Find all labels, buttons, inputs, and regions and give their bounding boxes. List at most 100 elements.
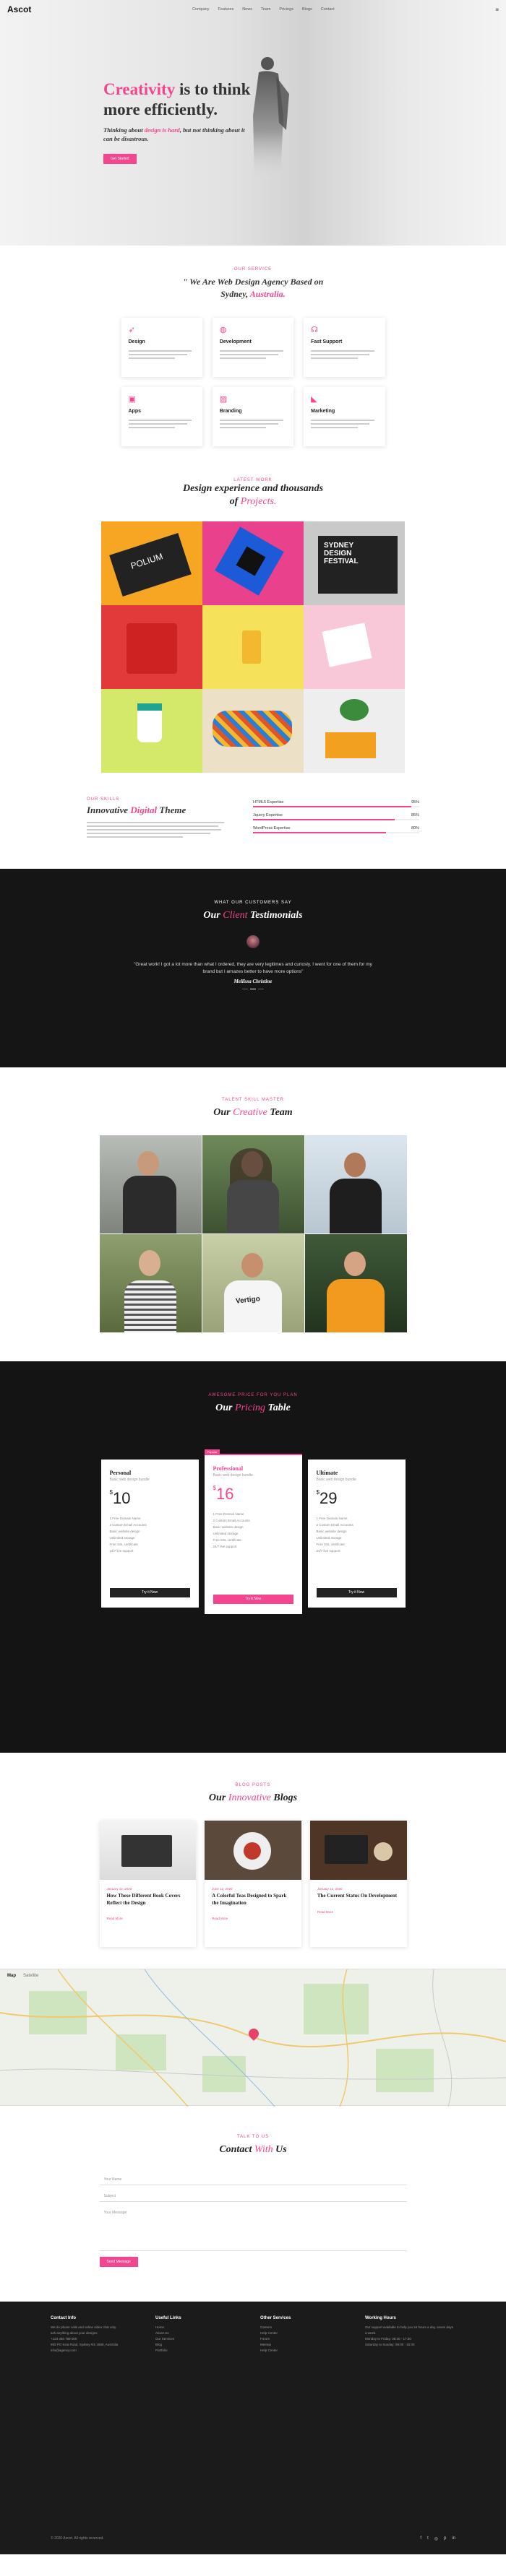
team-title: Our Creative Team [0, 1106, 506, 1119]
portfolio-item[interactable] [202, 604, 304, 689]
nav-item-contact[interactable]: Contact [321, 7, 335, 12]
instagram-icon[interactable]: ◎ [434, 2536, 438, 2541]
skill-fill [253, 805, 411, 807]
image-icon: ▨ [219, 394, 228, 404]
rocket-icon: ➶ [128, 325, 135, 334]
footer-heading: Useful Links [155, 2315, 181, 2320]
nav-item-features[interactable]: Features [218, 7, 233, 12]
team-eyebrow: Talent Skill Master [222, 1097, 284, 1102]
plan-feature: 1 Free Domain Name [109, 1517, 141, 1521]
portfolio-section: Latest Work Design experience and thousa… [0, 461, 506, 773]
map-embed[interactable]: Map Satellite [0, 1969, 506, 2107]
footer-link[interactable]: Help Center [260, 2330, 351, 2336]
map-tab[interactable]: Map [7, 1974, 16, 1978]
team-member-photo[interactable] [304, 1135, 407, 1234]
service-card-fast-support[interactable]: ☊ Fast Support [304, 317, 385, 377]
service-card-marketing[interactable]: ◣ Marketing [304, 386, 385, 446]
portfolio-item[interactable] [101, 688, 202, 773]
service-card-development[interactable]: ◍ Development [212, 317, 294, 377]
nav-item-pricings[interactable]: Pricings [279, 7, 293, 12]
team-member-photo[interactable] [304, 1234, 407, 1333]
contact-title-highlight: With [254, 2144, 273, 2156]
portfolio-item[interactable]: SYDNEY DESIGN FESTIVAL [304, 521, 405, 605]
footer-phone[interactable]: +123 456 789 000 [51, 2336, 141, 2342]
footer-email[interactable]: info@agency.com [51, 2348, 141, 2354]
nav-item-company[interactable]: Company [192, 7, 210, 12]
footer-contact-info: Contact Info We do phone calls and onlin… [51, 2316, 141, 2354]
blog-section: Blog Posts Our Innovative Blogs January … [0, 1753, 506, 1969]
blog-post-card[interactable]: January 12, 2020 The Current Status On D… [309, 1821, 407, 1948]
team-member-photo[interactable] [99, 1135, 202, 1234]
name-field[interactable]: Your Name [99, 2174, 407, 2185]
footer-link[interactable]: Forum [260, 2336, 351, 2342]
portfolio-item[interactable] [304, 688, 405, 773]
service-card-branding[interactable]: ▨ Branding [212, 386, 294, 446]
nav-item-team[interactable]: Team [261, 7, 270, 12]
skills-title: Innovative Digital Theme [87, 805, 224, 816]
plan-feature: 2 Custom Email Accounts [316, 1523, 353, 1527]
nav-item-news[interactable]: News [242, 7, 252, 12]
services-grid: ➶ Design ◍ Development ☊ Fast Support ▣ Apps… [121, 317, 385, 446]
testimonials-section: What our customers say Our Client Testim… [0, 868, 506, 1067]
footer-working-hours: Working Hours Our support available to h… [365, 2316, 455, 2354]
services-eyebrow: Our Service [233, 267, 273, 272]
footer-link[interactable]: Blog [155, 2342, 246, 2348]
read-more-link[interactable]: Read More [100, 1907, 197, 1920]
plan-feature: Unlimited storage [109, 1536, 135, 1540]
twitter-icon[interactable]: t [427, 2536, 429, 2541]
portfolio-item[interactable] [202, 521, 304, 605]
portfolio-item[interactable] [202, 688, 304, 773]
send-message-button[interactable]: Send Message [99, 2256, 138, 2267]
plan-card-personal: Personal Basic web design bundle $10 1 F… [100, 1460, 199, 1608]
hero-sub-text: , but not thinking about it [179, 126, 245, 134]
social-links: f t ◎ p in [420, 2536, 455, 2541]
service-card-apps[interactable]: ▣ Apps [121, 386, 202, 446]
portfolio-item[interactable]: POLIUM [101, 521, 202, 605]
services-title: " We Are Web Design Agency Based on Sydn… [0, 276, 506, 300]
blog-post-title[interactable]: The Current Status On Development [310, 1891, 407, 1899]
footer-link[interactable]: Home [155, 2325, 246, 2330]
skill-value: 80% [411, 825, 419, 831]
service-card-design[interactable]: ➶ Design [121, 317, 202, 377]
satellite-tab[interactable]: Satellite [23, 1974, 38, 1978]
footer-link[interactable]: Help Center [260, 2348, 351, 2354]
footer-link[interactable]: About Us [155, 2330, 246, 2336]
skill-bar: HTML5 Expertise 95% [253, 800, 419, 807]
footer-link[interactable]: Our Services [155, 2336, 246, 2342]
portfolio-item[interactable] [304, 604, 405, 689]
contact-title-part: Contact [219, 2144, 252, 2156]
team-member-photo[interactable]: Vertigo [202, 1234, 304, 1333]
try-it-now-button[interactable]: Try it Now [109, 1588, 190, 1598]
footer-link[interactable]: Meetup [260, 2342, 351, 2348]
facebook-icon[interactable]: f [420, 2536, 421, 2541]
plan-price: $10 [110, 1489, 190, 1508]
footer-link[interactable]: Careers [260, 2325, 351, 2330]
try-it-now-button[interactable]: Try it Now [213, 1595, 293, 1605]
linkedin-icon[interactable]: in [452, 2536, 455, 2541]
pricing-title-part: Our [215, 1402, 233, 1414]
footer-link[interactable]: Portfolio [155, 2348, 246, 2354]
get-started-button[interactable]: Get Started [103, 153, 137, 164]
portfolio-item[interactable] [101, 604, 202, 689]
nav-item-blogs[interactable]: Blogs [302, 7, 312, 12]
try-it-now-button[interactable]: Try it Now [316, 1588, 397, 1598]
hamburger-icon[interactable]: ≡ [495, 6, 499, 13]
message-field[interactable]: Your Message [99, 2208, 407, 2251]
read-more-link[interactable]: Read More [205, 1907, 301, 1920]
blog-post-card[interactable]: January 12, 2020 How These Different Boo… [99, 1821, 197, 1948]
team-member-photo[interactable] [99, 1234, 202, 1333]
team-title-highlight: Creative [233, 1106, 267, 1118]
testimonials-title-part: Testimonials [249, 909, 303, 921]
subject-field[interactable]: Subject [99, 2191, 407, 2202]
blog-post-card[interactable]: June 12, 2020 A Colorful Teas Designed t… [205, 1821, 301, 1948]
service-title: Marketing [311, 408, 335, 414]
team-grid: Vertigo [99, 1135, 407, 1333]
services-title-part: " We Are Web Design Agency Based on [182, 277, 324, 287]
pinterest-icon[interactable]: p [444, 2536, 446, 2541]
read-more-link[interactable]: Read More [310, 1900, 407, 1914]
blog-post-title[interactable]: How These Different Book Covers Reflect … [100, 1891, 197, 1907]
blog-post-title[interactable]: A Colorful Teas Designed to Spark the Im… [205, 1891, 301, 1907]
logo[interactable]: Ascot [7, 4, 31, 14]
testimonial-quote: "Great work! I got a lot more than what … [134, 962, 372, 974]
team-member-photo[interactable] [202, 1135, 304, 1234]
